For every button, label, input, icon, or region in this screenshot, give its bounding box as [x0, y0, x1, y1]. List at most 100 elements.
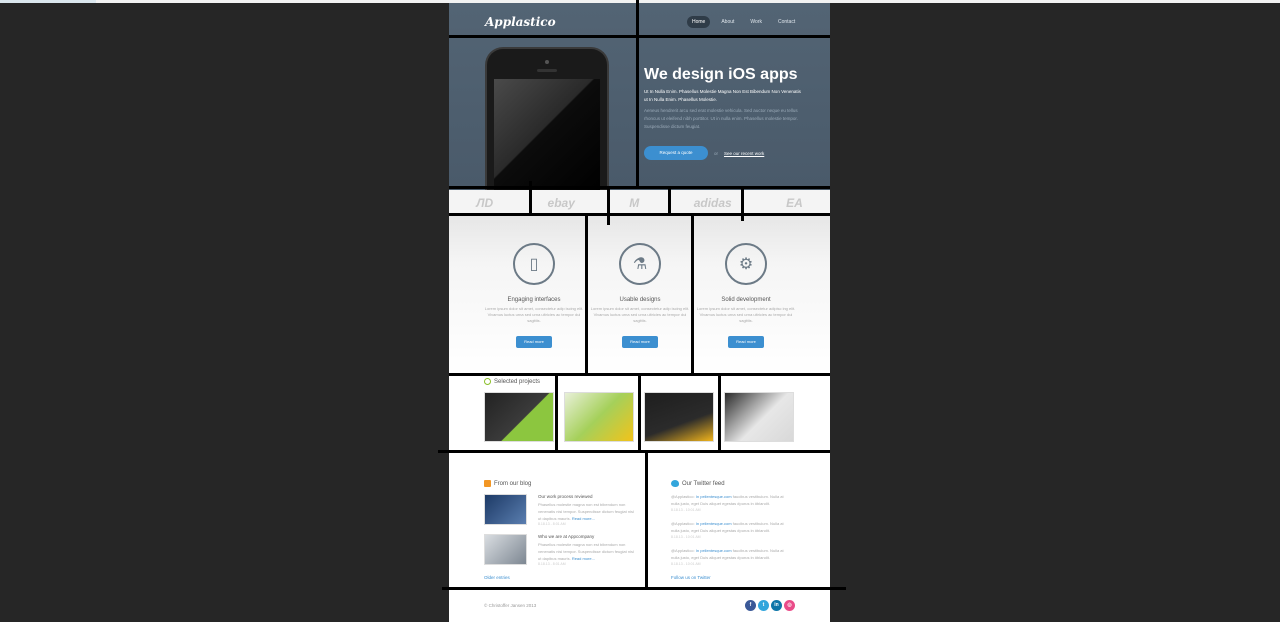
grid-line	[449, 213, 830, 216]
tweet-time: 8.18.13 - 10:01 AM	[671, 508, 701, 512]
tweet-link[interactable]: In pellentesque.com	[696, 521, 732, 526]
grid-line	[741, 189, 744, 221]
read-more-link[interactable]: Read more...	[572, 556, 595, 561]
tweet-link[interactable]: In pellentesque.com	[696, 494, 732, 499]
phone-icon: ▯	[513, 243, 555, 285]
grid-line	[636, 0, 639, 187]
features-section: ▯ Engaging interfaces Lorem ipsum dolor …	[449, 215, 830, 375]
tweet-time: 8.18.13 - 10:01 AM	[671, 562, 701, 566]
blog-twitter-section: From our blog Our work process reviewed …	[449, 451, 830, 591]
main-nav: Home About Work Contact	[687, 16, 800, 28]
grid-line	[638, 376, 641, 450]
older-entries-link[interactable]: Older entries	[484, 575, 510, 580]
blog-post[interactable]: Our work process reviewed Phasellus mole…	[484, 494, 634, 528]
twitter-title: Our Twitter feed	[682, 480, 725, 487]
linkedin-icon[interactable]: in	[771, 600, 782, 611]
feature-desc: Lorem ipsum dolor sit amet, consectetur …	[484, 306, 584, 323]
blog-post-date: 8.18.13 - 8:01 AM	[538, 562, 566, 566]
client-logos: ЛD ebay M adidas EA	[449, 190, 830, 215]
blog-heading: From our blog	[484, 480, 531, 487]
grid-line	[449, 186, 830, 189]
grid-line	[529, 181, 532, 215]
blog-title: From our blog	[494, 480, 532, 487]
feature-engaging-interfaces: ▯ Engaging interfaces Lorem ipsum dolor …	[481, 243, 587, 348]
blog-post-image[interactable]	[484, 534, 527, 565]
site-footer: © Christoffer Jansen 2013 f t in ◎	[449, 591, 830, 622]
grid-line	[585, 213, 588, 376]
tweet-time: 8.18.13 - 10:01 AM	[671, 535, 701, 539]
phone-speaker	[537, 69, 557, 72]
copyright-text: © Christoffer Jansen 2013	[484, 603, 537, 608]
hero-body: Aeneus hendrerit arcu sed erat molestie …	[644, 108, 798, 129]
feature-solid-development: ⚙ Solid development Lorem ipsum dolor si…	[693, 243, 799, 348]
grid-line	[449, 35, 830, 38]
website-mockup: Applastico Home About Work Contact We de…	[449, 3, 830, 622]
rss-icon	[484, 480, 491, 487]
blog-post-date: 8.18.13 - 8:01 AM	[538, 522, 566, 526]
hero-section: Applastico Home About Work Contact We de…	[449, 3, 830, 192]
request-quote-button[interactable]: Request a quote	[644, 146, 708, 160]
feature-desc: Lorem ipsum dolor sit amet, consectetur …	[696, 306, 796, 323]
or-text: or	[714, 151, 719, 156]
grid-line	[442, 587, 846, 590]
grid-line	[607, 189, 610, 225]
tweet: @Applastico: In pellentesque.com faucibu…	[671, 493, 791, 514]
client-logo-dreamworks: ЛD	[476, 195, 494, 210]
twitter-bird-icon	[671, 480, 679, 487]
client-logo-ebay: ebay	[547, 195, 575, 210]
facebook-icon[interactable]: f	[745, 600, 756, 611]
nav-about[interactable]: About	[716, 16, 739, 28]
project-thumbnail[interactable]	[564, 392, 634, 442]
grid-line	[645, 453, 648, 588]
blog-post[interactable]: Who we are at Appcompany Phasellus moles…	[484, 534, 634, 568]
projects-heading: Selected projects	[484, 378, 540, 385]
twitter-icon[interactable]: t	[758, 600, 769, 611]
project-thumbnail[interactable]	[724, 392, 794, 442]
grid-line	[691, 213, 694, 376]
social-links: f t in ◎	[745, 600, 795, 611]
nav-home[interactable]: Home	[687, 16, 711, 28]
magnifier-icon	[484, 378, 491, 385]
grid-line	[718, 374, 721, 450]
feature-title: Engaging interfaces	[507, 297, 561, 303]
client-logo-ea: EA	[786, 195, 803, 210]
blog-post-excerpt: Phasellus molestie magna non est bibendu…	[538, 502, 634, 521]
read-more-button[interactable]: Read more	[516, 336, 552, 348]
project-thumbnail[interactable]	[644, 392, 714, 442]
grid-line	[438, 450, 830, 453]
feature-title: Usable designs	[619, 297, 661, 303]
nav-work[interactable]: Work	[745, 16, 767, 28]
blog-post-image[interactable]	[484, 494, 527, 525]
read-more-button[interactable]: Read more	[622, 336, 658, 348]
hero-subtitle: Ut In Nulla Enim. Phasellus Molestie Mag…	[644, 89, 801, 102]
feature-usable-designs: ⚗ Usable designs Lorem ipsum dolor sit a…	[587, 243, 693, 348]
site-logo[interactable]: Applastico	[485, 15, 556, 29]
blog-post-title[interactable]: Who we are at Appcompany	[538, 534, 594, 539]
iphone-image	[485, 47, 609, 192]
flask-icon: ⚗	[619, 243, 661, 285]
twitter-heading: Our Twitter feed	[671, 480, 725, 487]
client-logo-adidas: adidas	[693, 195, 732, 210]
tweet: @Applastico: In pellentesque.com faucibu…	[671, 547, 791, 568]
phone-camera	[545, 60, 549, 64]
follow-twitter-link[interactable]: Follow us on Twitter	[671, 575, 711, 580]
hero-title: We design iOS apps	[644, 66, 798, 83]
read-more-link[interactable]: Read more...	[572, 516, 595, 521]
grid-line	[668, 189, 671, 213]
grid-line	[555, 376, 558, 450]
tweet-link[interactable]: In pellentesque.com	[696, 548, 732, 553]
feature-desc: Lorem ipsum dolor sit amet, consectetur …	[590, 306, 690, 323]
nav-contact[interactable]: Contact	[773, 16, 800, 28]
read-more-button[interactable]: Read more	[728, 336, 764, 348]
blog-post-excerpt: Phasellus molestie magna non est bibendu…	[538, 542, 634, 561]
dribbble-icon[interactable]: ◎	[784, 600, 795, 611]
project-thumbnail[interactable]	[484, 392, 554, 442]
feature-title: Solid development	[721, 297, 771, 303]
tweet: @Applastico: In pellentesque.com faucibu…	[671, 520, 791, 541]
client-logo-mcdonalds: M	[629, 195, 640, 210]
projects-title: Selected projects	[494, 378, 541, 385]
see-recent-work-link[interactable]: See our recent work	[724, 151, 764, 156]
phone-screen	[494, 79, 600, 192]
blog-post-title[interactable]: Our work process reviewed	[538, 494, 593, 499]
browser-tab[interactable]	[0, 0, 96, 3]
